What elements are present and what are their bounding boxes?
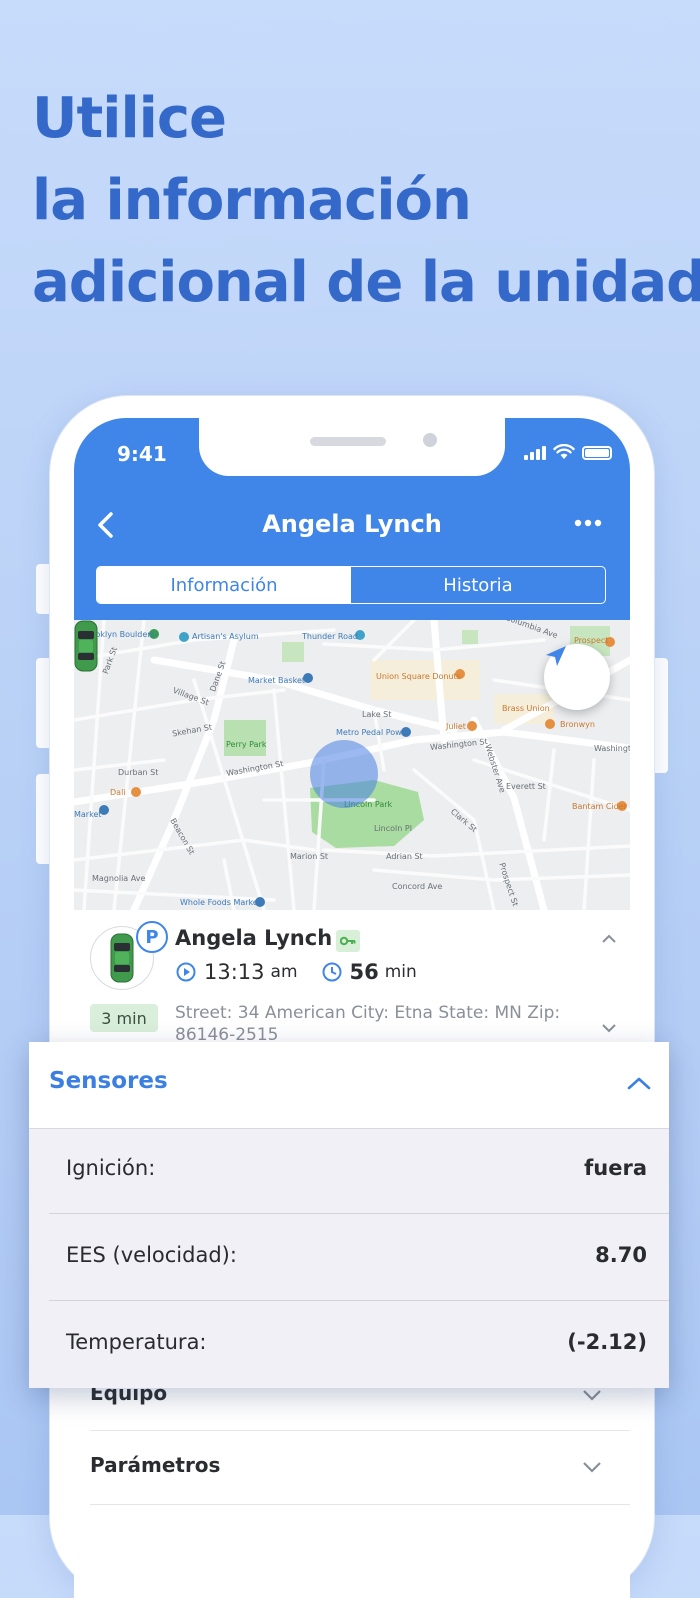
segmented-tabs: Información Historia xyxy=(96,566,606,604)
tab-historia[interactable]: Historia xyxy=(351,567,605,603)
map-label: Everett St xyxy=(506,782,546,791)
chevron-up-icon[interactable] xyxy=(627,1076,651,1090)
front-camera xyxy=(423,433,437,447)
sensors-header[interactable]: Sensores xyxy=(29,1042,669,1129)
phone-side-button xyxy=(652,658,668,773)
ago-badge: 3 min xyxy=(90,1004,158,1032)
unit-card[interactable]: P Angela Lynch 13:13 am 56 min 3 min Str… xyxy=(74,910,630,1050)
sensor-row-temperatura: Temperatura: (-2.12) xyxy=(49,1302,669,1388)
section-parametros[interactable]: Parámetros xyxy=(90,1430,630,1504)
map-label: Metro Pedal Power xyxy=(336,728,410,737)
nav-title: Angela Lynch xyxy=(262,510,442,538)
unit-duration-value: 56 xyxy=(349,960,379,984)
unit-duration-unit: min xyxy=(384,962,417,982)
unit-time-value: 13:13 xyxy=(204,960,265,984)
map-label: Concord Ave xyxy=(392,882,443,891)
navigation-arrow-icon xyxy=(546,646,566,666)
sensor-value: 8.70 xyxy=(595,1243,647,1267)
map-label: Lincoln Pl xyxy=(374,824,412,833)
headline-line-1: Utilice xyxy=(32,86,227,151)
battery-icon xyxy=(582,446,612,460)
sensors-panel: Sensores Ignición: fuera EES (velocidad)… xyxy=(29,1042,669,1388)
headline: Utilice la información adicional de la u… xyxy=(32,78,700,324)
car-location-halo xyxy=(310,740,378,808)
parking-badge: P xyxy=(136,921,168,953)
map-label: Market Basket xyxy=(248,676,306,685)
map-label: Adrian St xyxy=(386,852,423,861)
headline-line-2: la información xyxy=(32,168,472,233)
map-label: Union Square Donuts xyxy=(376,672,461,681)
map-label: Durban St xyxy=(118,768,159,777)
chevron-down-icon xyxy=(583,1390,601,1401)
map-label: Thunder Road xyxy=(302,632,359,641)
map-label: Marion St xyxy=(290,852,329,861)
chevron-down-icon xyxy=(583,1462,601,1473)
map-label: Whole Foods Market xyxy=(180,898,261,907)
map-label: Juliet xyxy=(446,722,466,731)
map-label: Dali xyxy=(110,788,126,797)
signal-icon xyxy=(524,446,546,460)
status-icons xyxy=(524,444,612,460)
locate-button[interactable] xyxy=(544,644,610,710)
clock-icon xyxy=(322,962,342,982)
section-divider xyxy=(90,1504,630,1514)
phone-notch xyxy=(199,418,505,476)
chevron-up-icon[interactable] xyxy=(602,934,616,943)
status-time: 9:41 xyxy=(117,442,167,466)
unit-time-row: 13:13 am 56 min xyxy=(176,960,417,984)
tab-informacion[interactable]: Información xyxy=(97,567,351,603)
sensor-row-velocidad: EES (velocidad): 8.70 xyxy=(49,1215,669,1301)
speaker-grille xyxy=(310,437,386,446)
map-label: Artisan's Asylum xyxy=(192,632,259,641)
sensor-row-ignicion: Ignición: fuera xyxy=(49,1128,669,1214)
map-label: Bronwyn xyxy=(560,720,595,729)
details-list: Equipo Parámetros xyxy=(74,1358,630,1598)
map-label: Washington xyxy=(594,744,630,753)
map-label: Magnolia Ave xyxy=(92,874,146,883)
more-dots-icon[interactable] xyxy=(574,518,602,528)
section-label: Parámetros xyxy=(90,1453,221,1477)
sensor-label: EES (velocidad): xyxy=(66,1243,237,1267)
key-icon xyxy=(336,930,360,952)
sensor-value: fuera xyxy=(584,1156,647,1180)
map-label: Perry Park xyxy=(226,740,267,749)
map-label: Market xyxy=(74,810,102,819)
play-circle-icon xyxy=(176,962,196,982)
unit-time-ampm: am xyxy=(270,962,298,982)
unit-name: Angela Lynch xyxy=(175,926,333,950)
chevron-down-icon[interactable] xyxy=(602,1024,616,1033)
map-label: Lake St xyxy=(362,710,392,719)
car-icon[interactable] xyxy=(74,620,98,672)
map-view[interactable]: Brooklyn Boulders Artisan's Asylum Thund… xyxy=(74,620,630,910)
sensor-label: Temperatura: xyxy=(66,1330,207,1354)
map-label: Bantam Cider Co xyxy=(572,802,630,811)
car-icon xyxy=(110,933,134,983)
top-bar: 9:41 Angela Lynch Información Historia xyxy=(74,418,630,620)
sensor-label: Ignición: xyxy=(66,1156,156,1180)
sensors-title: Sensores xyxy=(49,1068,168,1094)
map-label: Brass Union xyxy=(502,704,550,713)
sensor-value: (-2.12) xyxy=(567,1330,647,1354)
unit-address: Street: 34 American City: Etna State: MN… xyxy=(175,1003,561,1045)
headline-line-3: adicional de la unidad xyxy=(32,250,700,315)
wifi-icon xyxy=(553,444,575,459)
phone-screen: 9:41 Angela Lynch Información Historia B… xyxy=(74,418,630,1598)
